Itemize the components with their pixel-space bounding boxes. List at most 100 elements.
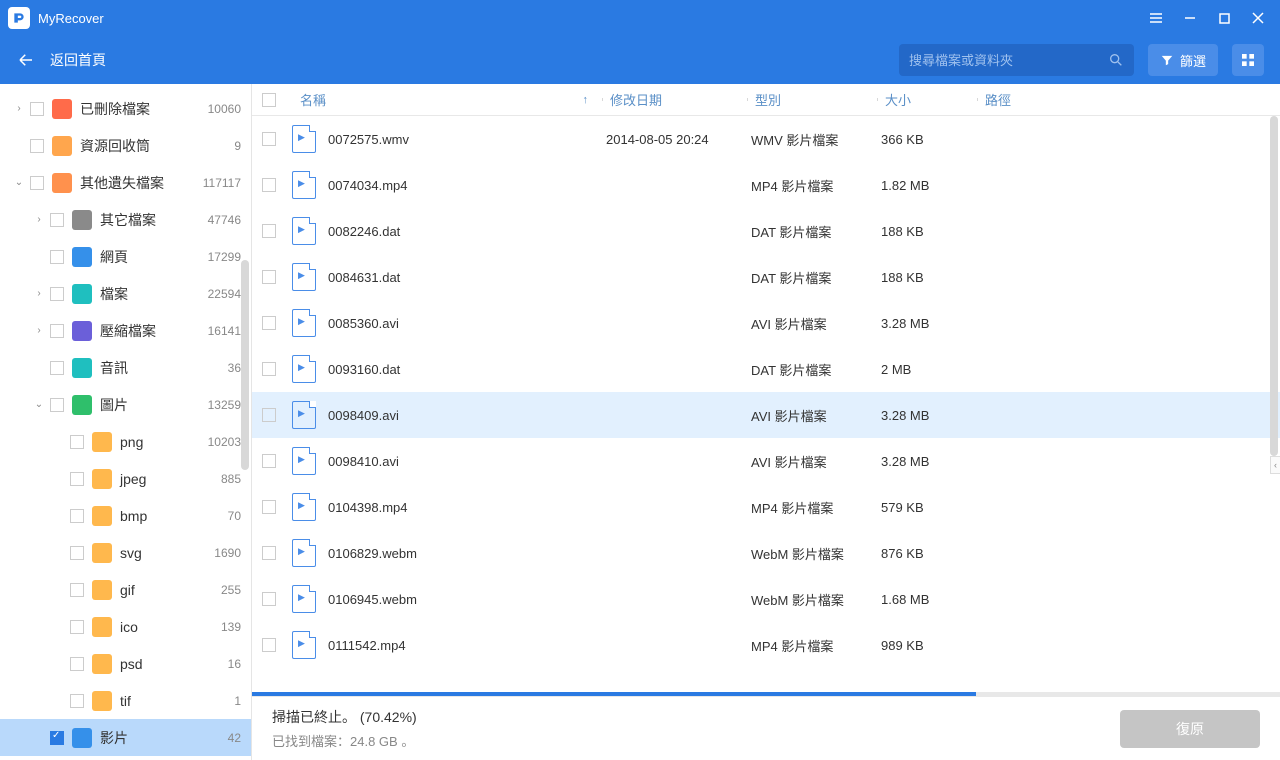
row-checkbox[interactable]: [262, 132, 276, 146]
cell-type: MP4 影片檔案: [751, 498, 881, 517]
row-checkbox[interactable]: [262, 178, 276, 192]
sidebar-item[interactable]: ›資源回收筒9: [0, 127, 251, 164]
chevron-icon[interactable]: ›: [12, 103, 26, 114]
tree-checkbox[interactable]: [70, 694, 84, 708]
tree-checkbox[interactable]: [70, 472, 84, 486]
table-row[interactable]: 0104398.mp4MP4 影片檔案579 KB: [252, 484, 1280, 530]
row-checkbox[interactable]: [262, 454, 276, 468]
tree-checkbox[interactable]: [70, 509, 84, 523]
category-icon: [52, 99, 72, 119]
tree-checkbox[interactable]: [70, 657, 84, 671]
table-scrollbar[interactable]: [1270, 116, 1278, 456]
tree-checkbox[interactable]: [50, 361, 64, 375]
cell-type: MP4 影片檔案: [751, 176, 881, 195]
sidebar-item[interactable]: ›ico139: [0, 608, 251, 645]
sidebar-item[interactable]: ›png10203: [0, 423, 251, 460]
sidebar-item[interactable]: ›svg1690: [0, 534, 251, 571]
sidebar-item[interactable]: ›psd16: [0, 645, 251, 682]
table-row[interactable]: 0111542.mp4MP4 影片檔案989 KB: [252, 622, 1280, 668]
chevron-icon[interactable]: ›: [32, 325, 46, 336]
row-checkbox[interactable]: [262, 546, 276, 560]
cell-size: 579 KB: [881, 500, 981, 515]
sidebar-item[interactable]: ›已刪除檔案10060: [0, 90, 251, 127]
chevron-icon[interactable]: ⌄: [32, 399, 46, 410]
tree-checkbox[interactable]: [50, 324, 64, 338]
tree-checkbox[interactable]: [70, 583, 84, 597]
minimize-icon[interactable]: [1182, 10, 1198, 26]
tree-checkbox[interactable]: [50, 213, 64, 227]
table-row[interactable]: 0106829.webmWebM 影片檔案876 KB: [252, 530, 1280, 576]
row-checkbox[interactable]: [262, 408, 276, 422]
sidebar-item[interactable]: ›gif255: [0, 571, 251, 608]
sidebar-item[interactable]: ⌄圖片13259: [0, 386, 251, 423]
row-checkbox[interactable]: [262, 362, 276, 376]
sidebar-item[interactable]: ›音訊36: [0, 349, 251, 386]
sidebar-item[interactable]: ›bmp70: [0, 497, 251, 534]
cell-name: 0098409.avi: [328, 408, 606, 423]
scan-status: 掃描已終止。 (70.42%): [272, 707, 1120, 727]
row-checkbox[interactable]: [262, 270, 276, 284]
table-row[interactable]: 0085360.aviAVI 影片檔案3.28 MB: [252, 300, 1280, 346]
category-icon: [72, 321, 92, 341]
column-date[interactable]: 修改日期: [602, 90, 747, 109]
row-checkbox[interactable]: [262, 500, 276, 514]
sidebar-item[interactable]: ›jpeg885: [0, 460, 251, 497]
sidebar-item[interactable]: ›檔案22594: [0, 275, 251, 312]
column-path[interactable]: 路徑: [977, 90, 1280, 109]
sidebar-item[interactable]: ›tif1: [0, 682, 251, 719]
table-body: 0072575.wmv2014-08-05 20:24WMV 影片檔案366 K…: [252, 116, 1280, 692]
sidebar-item[interactable]: ›影片42: [0, 719, 251, 756]
back-button[interactable]: [16, 50, 36, 70]
sort-asc-icon: ↑: [583, 94, 589, 106]
tree-checkbox[interactable]: [70, 546, 84, 560]
table-row[interactable]: 0084631.datDAT 影片檔案188 KB: [252, 254, 1280, 300]
search-input[interactable]: [909, 53, 1108, 68]
column-type[interactable]: 型別: [747, 90, 877, 109]
row-checkbox[interactable]: [262, 638, 276, 652]
table-row[interactable]: 0072575.wmv2014-08-05 20:24WMV 影片檔案366 K…: [252, 116, 1280, 162]
sidebar-item[interactable]: ›壓縮檔案16141: [0, 312, 251, 349]
select-all-checkbox[interactable]: [262, 93, 276, 107]
tree-checkbox[interactable]: [30, 176, 44, 190]
column-size[interactable]: 大小: [877, 90, 977, 109]
menu-icon[interactable]: [1148, 10, 1164, 26]
tree-count: 70: [205, 509, 241, 523]
cell-type: DAT 影片檔案: [751, 360, 881, 379]
sidebar-item[interactable]: ›其它檔案47746: [0, 201, 251, 238]
tree-checkbox[interactable]: [50, 250, 64, 264]
collapse-panel-icon[interactable]: ‹: [1270, 456, 1280, 474]
chevron-icon[interactable]: ›: [32, 288, 46, 299]
tree-checkbox[interactable]: [50, 731, 64, 745]
table-row[interactable]: 0074034.mp4MP4 影片檔案1.82 MB: [252, 162, 1280, 208]
tree-checkbox[interactable]: [70, 620, 84, 634]
view-toggle-button[interactable]: [1232, 44, 1264, 76]
table-row[interactable]: 0082246.datDAT 影片檔案188 KB: [252, 208, 1280, 254]
search-icon[interactable]: [1108, 52, 1124, 68]
table-row[interactable]: 0098409.aviAVI 影片檔案3.28 MB: [252, 392, 1280, 438]
row-checkbox[interactable]: [262, 592, 276, 606]
tree-checkbox[interactable]: [30, 139, 44, 153]
column-name[interactable]: 名稱↑: [292, 90, 602, 109]
table-row[interactable]: 0106945.webmWebM 影片檔案1.68 MB: [252, 576, 1280, 622]
sidebar-item[interactable]: ⌄其他遺失檔案117117: [0, 164, 251, 201]
filter-button[interactable]: 篩選: [1148, 44, 1218, 76]
chevron-icon[interactable]: ›: [32, 214, 46, 225]
sidebar-item[interactable]: ›網頁17299: [0, 238, 251, 275]
table-row[interactable]: 0093160.datDAT 影片檔案2 MB: [252, 346, 1280, 392]
close-icon[interactable]: [1250, 10, 1266, 26]
cell-size: 3.28 MB: [881, 408, 981, 423]
row-checkbox[interactable]: [262, 316, 276, 330]
app-title: MyRecover: [38, 11, 1148, 26]
search-box[interactable]: [899, 44, 1134, 76]
table-row[interactable]: 0098410.aviAVI 影片檔案3.28 MB: [252, 438, 1280, 484]
tree-count: 9: [205, 139, 241, 153]
tree-checkbox[interactable]: [30, 102, 44, 116]
recover-button[interactable]: 復原: [1120, 710, 1260, 748]
row-checkbox[interactable]: [262, 224, 276, 238]
sidebar-scrollbar[interactable]: [241, 260, 249, 470]
maximize-icon[interactable]: [1216, 10, 1232, 26]
chevron-icon[interactable]: ⌄: [12, 177, 26, 188]
tree-checkbox[interactable]: [50, 287, 64, 301]
tree-checkbox[interactable]: [50, 398, 64, 412]
tree-checkbox[interactable]: [70, 435, 84, 449]
